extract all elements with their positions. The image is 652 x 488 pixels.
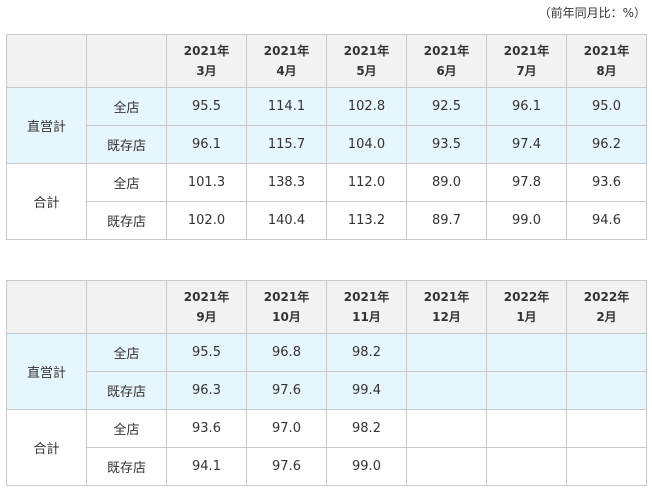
value-cell: 92.5 bbox=[406, 87, 487, 126]
column-header: 2021年 7月 bbox=[486, 34, 567, 88]
value-cell: 99.0 bbox=[326, 447, 407, 486]
value-cell bbox=[486, 333, 567, 372]
value-cell: 114.1 bbox=[246, 87, 327, 126]
row-label: 全店 bbox=[86, 87, 167, 126]
column-header: 2021年 11月 bbox=[326, 280, 407, 334]
row-label: 既存店 bbox=[86, 125, 167, 164]
column-header: 2021年 12月 bbox=[406, 280, 487, 334]
row-label: 全店 bbox=[86, 163, 167, 202]
value-cell: 95.5 bbox=[166, 87, 247, 126]
value-cell: 93.5 bbox=[406, 125, 487, 164]
value-cell: 140.4 bbox=[246, 201, 327, 240]
group-label-total: 合計 bbox=[6, 163, 87, 240]
value-cell: 95.0 bbox=[566, 87, 647, 126]
header-blank-cell bbox=[86, 34, 167, 88]
value-cell bbox=[406, 447, 487, 486]
value-cell bbox=[566, 333, 647, 372]
value-cell: 99.4 bbox=[326, 371, 407, 410]
table-row: 直営計 全店 95.5 114.1 102.8 92.5 96.1 95.0 bbox=[6, 87, 647, 164]
value-cell: 89.0 bbox=[406, 163, 487, 202]
value-cell: 98.2 bbox=[326, 333, 407, 372]
column-header: 2021年 4月 bbox=[246, 34, 327, 88]
column-header: 2021年 8月 bbox=[566, 34, 647, 88]
column-header: 2021年 3月 bbox=[166, 34, 247, 88]
value-cell: 97.0 bbox=[246, 409, 327, 448]
table-row: 既存店 96.3 97.6 99.4 bbox=[7, 371, 647, 410]
group-label-direct: 直営計 bbox=[6, 333, 87, 410]
header-row: 2021年 9月 2021年 10月 2021年 11月 2021年 12月 2022年… bbox=[6, 280, 647, 334]
value-cell: 96.1 bbox=[486, 87, 567, 126]
column-header: 2022年 2月 bbox=[566, 280, 647, 334]
value-cell: 96.8 bbox=[246, 333, 327, 372]
value-cell bbox=[406, 409, 487, 448]
value-cell: 95.5 bbox=[166, 333, 247, 372]
value-cell: 112.0 bbox=[326, 163, 407, 202]
value-cell bbox=[566, 447, 647, 486]
value-cell: 93.6 bbox=[566, 163, 647, 202]
value-cell bbox=[486, 447, 567, 486]
header-blank-cell bbox=[86, 280, 167, 334]
column-header: 2021年 6月 bbox=[406, 34, 487, 88]
value-cell: 115.7 bbox=[246, 125, 327, 164]
value-cell: 104.0 bbox=[326, 125, 407, 164]
table-row: 直営計 全店 95.5 96.8 98.2 bbox=[6, 333, 647, 410]
column-header: 2021年 5月 bbox=[326, 34, 407, 88]
value-cell: 94.6 bbox=[566, 201, 647, 240]
value-cell: 138.3 bbox=[246, 163, 327, 202]
value-cell: 96.3 bbox=[166, 371, 247, 410]
column-header: 2022年 1月 bbox=[486, 280, 567, 334]
header-blank-cell bbox=[6, 34, 87, 88]
table-row: 既存店 96.1 115.7 104.0 93.5 97.4 96.2 bbox=[7, 125, 647, 164]
row-label: 既存店 bbox=[86, 201, 167, 240]
value-cell: 97.6 bbox=[246, 447, 327, 486]
table-row: 既存店 102.0 140.4 113.2 89.7 99.0 94.6 bbox=[7, 201, 647, 240]
value-cell: 102.0 bbox=[166, 201, 247, 240]
value-cell bbox=[406, 371, 487, 410]
value-cell bbox=[486, 371, 567, 410]
unit-note: （前年同月比：%） bbox=[538, 6, 646, 20]
value-cell: 97.4 bbox=[486, 125, 567, 164]
table-row: 既存店 94.1 97.6 99.0 bbox=[7, 447, 647, 486]
value-cell: 97.8 bbox=[486, 163, 567, 202]
group-label-direct: 直営計 bbox=[6, 87, 87, 164]
value-cell: 99.0 bbox=[486, 201, 567, 240]
header-blank-cell bbox=[6, 280, 87, 334]
column-header: 2021年 9月 bbox=[166, 280, 247, 334]
value-cell: 102.8 bbox=[326, 87, 407, 126]
group-label-total: 合計 bbox=[6, 409, 87, 486]
row-label: 全店 bbox=[86, 333, 167, 372]
table-row: 合計 全店 101.3 138.3 112.0 89.0 97.8 93.6 bbox=[6, 163, 647, 240]
row-label: 既存店 bbox=[86, 447, 167, 486]
value-cell: 98.2 bbox=[326, 409, 407, 448]
value-cell bbox=[406, 333, 487, 372]
value-cell: 89.7 bbox=[406, 201, 487, 240]
row-label: 既存店 bbox=[86, 371, 167, 410]
table-row: 合計 全店 93.6 97.0 98.2 bbox=[6, 409, 647, 486]
value-cell: 93.6 bbox=[166, 409, 247, 448]
value-cell: 97.6 bbox=[246, 371, 327, 410]
value-cell: 94.1 bbox=[166, 447, 247, 486]
header-row: 2021年 3月 2021年 4月 2021年 5月 2021年 6月 2021年 7月 … bbox=[6, 34, 647, 88]
sales-table-sep-feb: 2021年 9月 2021年 10月 2021年 11月 2021年 12月 2022年… bbox=[6, 280, 647, 486]
value-cell bbox=[566, 409, 647, 448]
value-cell: 96.1 bbox=[166, 125, 247, 164]
value-cell: 96.2 bbox=[566, 125, 647, 164]
value-cell: 113.2 bbox=[326, 201, 407, 240]
column-header: 2021年 10月 bbox=[246, 280, 327, 334]
sales-table-mar-aug: 2021年 3月 2021年 4月 2021年 5月 2021年 6月 2021年 7月 … bbox=[6, 34, 647, 240]
value-cell bbox=[486, 409, 567, 448]
row-label: 全店 bbox=[86, 409, 167, 448]
value-cell bbox=[566, 371, 647, 410]
value-cell: 101.3 bbox=[166, 163, 247, 202]
